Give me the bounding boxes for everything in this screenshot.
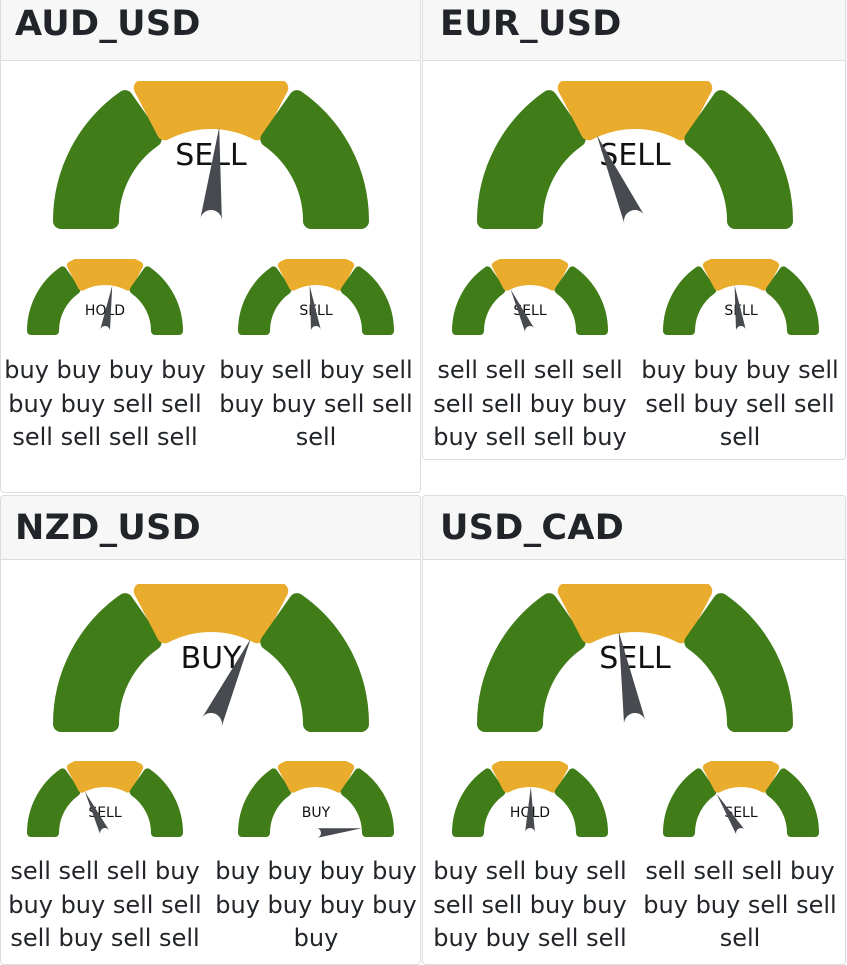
signal-list: sell sell sell buy buy buy sell sell sel…	[643, 857, 837, 952]
signal-list: sell sell sell sell sell sell buy buy bu…	[433, 356, 627, 451]
sub-signal-gauge: SELL	[238, 259, 394, 335]
sub-signal-gauge: SELL	[663, 761, 819, 837]
card-title: USD_CAD	[440, 508, 625, 548]
gauge-segment-yellow	[133, 81, 289, 141]
card-header: AUD_USD	[1, 0, 420, 61]
signal-list: buy buy buy buy buy buy sell sell sell s…	[4, 356, 206, 451]
gauge-segment-green	[554, 266, 608, 335]
gauge-segment-green	[53, 90, 162, 229]
sub-signal-gauge: HOLD	[452, 761, 608, 837]
gauge-segment-yellow	[277, 259, 355, 291]
gauge-segment-green	[765, 266, 819, 335]
gauge-segment-green	[477, 593, 586, 732]
gauge-segment-green	[27, 768, 81, 837]
gauge-segment-green	[260, 90, 369, 229]
card-title: EUR_USD	[440, 4, 622, 44]
main-signal-gauge: BUY	[53, 584, 369, 732]
gauge-segment-green	[129, 768, 183, 837]
gauge-segment-green	[452, 266, 506, 335]
gauge-segment-green	[452, 768, 506, 837]
main-signal-gauge: SELL	[477, 584, 793, 732]
currency-card-aud-usd: AUD_USD SELL HOLD SELL buy buy buy buy b…	[0, 0, 421, 493]
gauge-segment-green	[765, 768, 819, 837]
gauge-segment-yellow	[491, 761, 569, 793]
card-header: USD_CAD	[423, 496, 845, 560]
card-header: EUR_USD	[423, 0, 845, 61]
gauge-needle	[315, 828, 362, 838]
gauge-segment-green	[260, 593, 369, 732]
gauge-label: BUY	[302, 805, 331, 821]
gauge-segment-yellow	[66, 761, 144, 793]
gauge-segment-green	[684, 593, 793, 732]
signal-list: buy sell buy sell buy buy sell sell sell	[219, 356, 413, 451]
currency-card-nzd-usd: NZD_USD BUY SELL BUY sell sell sell buy …	[0, 495, 421, 965]
gauge-segment-yellow	[557, 81, 713, 141]
gauge-label: SELL	[599, 641, 671, 676]
card-title: AUD_USD	[15, 4, 201, 44]
signal-list: buy buy buy sell sell buy sell sell sell	[641, 356, 839, 451]
sub-signal-gauge: SELL	[452, 259, 608, 335]
gauge-segment-green	[477, 90, 586, 229]
sub-signal-gauge: BUY	[238, 761, 394, 838]
gauge-segment-yellow	[277, 761, 355, 793]
sub-signal-gauge: SELL	[27, 761, 183, 837]
gauge-segment-green	[663, 768, 717, 837]
gauge-segment-green	[340, 266, 394, 335]
gauge-segment-yellow	[66, 259, 144, 291]
gauge-segment-green	[27, 266, 81, 335]
gauge-segment-green	[340, 768, 394, 837]
signal-list: sell sell sell buy buy buy sell sell sel…	[8, 857, 202, 952]
gauge-segment-green	[554, 768, 608, 837]
main-signal-gauge: SELL	[53, 81, 369, 229]
gauge-segment-yellow	[702, 259, 780, 291]
gauge-segment-green	[129, 266, 183, 335]
gauge-segment-green	[238, 266, 292, 335]
gauge-segment-yellow	[702, 761, 780, 793]
main-signal-gauge: SELL	[477, 81, 793, 229]
sub-signal-gauge: SELL	[663, 259, 819, 335]
gauge-segment-yellow	[491, 259, 569, 291]
currency-card-eur-usd: EUR_USD SELL SELL SELL sell sell sell se…	[422, 0, 846, 460]
card-header: NZD_USD	[1, 496, 420, 560]
signal-list: buy buy buy buy buy buy buy buy buy	[215, 857, 417, 952]
gauge-segment-yellow	[133, 584, 289, 644]
gauge-segment-green	[53, 593, 162, 732]
gauge-segment-green	[663, 266, 717, 335]
currency-card-usd-cad: USD_CAD SELL HOLD SELL buy sell buy sell…	[422, 495, 846, 965]
gauge-segment-yellow	[557, 584, 713, 644]
card-title: NZD_USD	[15, 508, 202, 548]
gauge-segment-green	[684, 90, 793, 229]
signal-list: buy sell buy sell sell sell buy buy buy …	[433, 857, 627, 952]
gauge-segment-green	[238, 768, 292, 837]
sub-signal-gauge: HOLD	[27, 259, 183, 335]
